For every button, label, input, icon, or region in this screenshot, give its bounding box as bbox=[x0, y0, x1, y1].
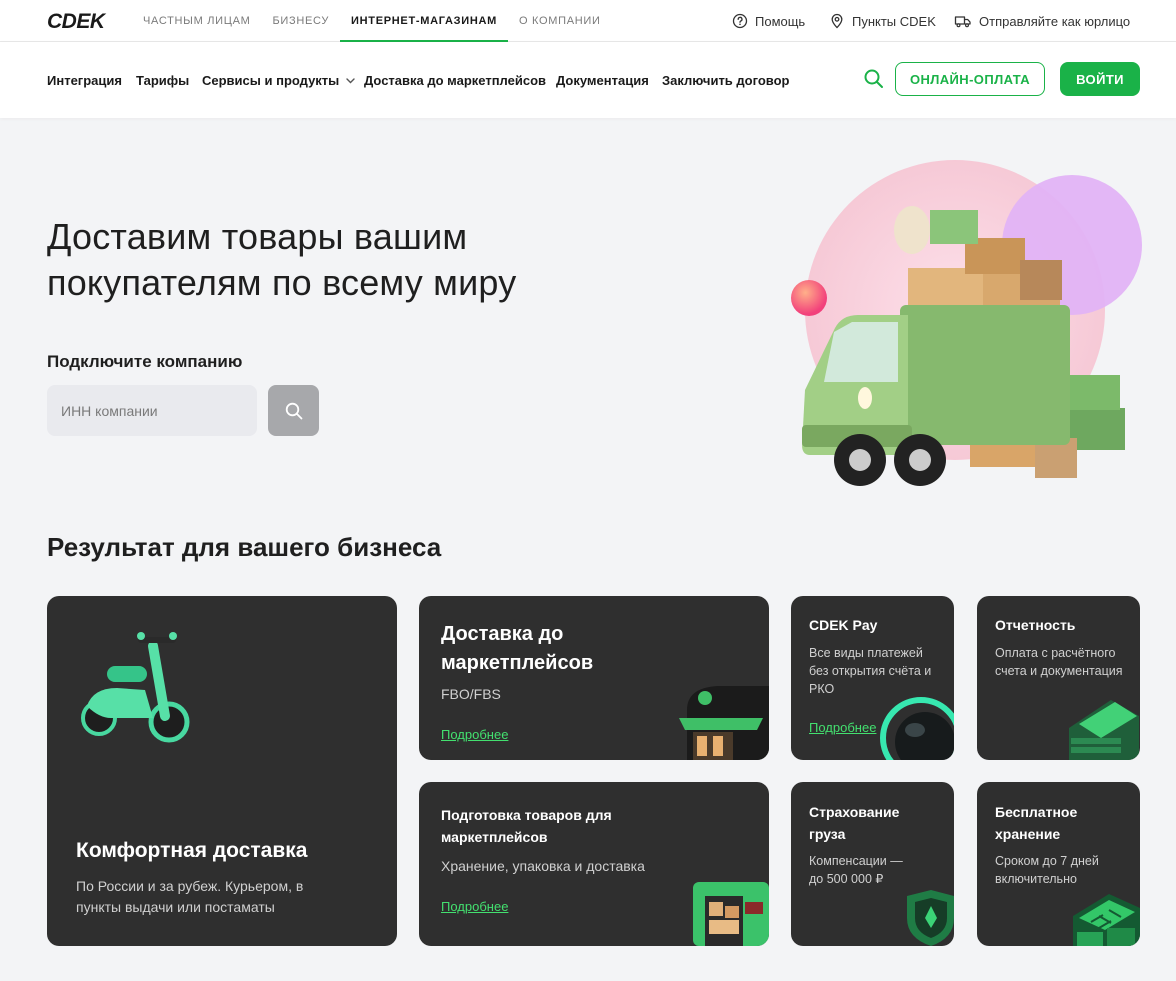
top-bar: CDEK Частным лицам Бизнесу Интернет-мага… bbox=[0, 0, 1176, 42]
card-comfortable-delivery-title: Комфортная доставка bbox=[76, 839, 308, 862]
card-marketplace-delivery[interactable]: Доставка до маркетплейсов FBO/FBS Подроб… bbox=[419, 596, 769, 760]
card-cdek-pay-text: Все виды платежей без открытия счёта и Р… bbox=[809, 646, 932, 696]
help-link[interactable]: Помощь bbox=[732, 0, 805, 42]
nav-marketplaces[interactable]: Доставка до маркетплейсов bbox=[364, 42, 546, 118]
card-reporting[interactable]: Отчетность Оплата с расчётного счета и д… bbox=[977, 596, 1140, 760]
svg-text:CDEK: CDEK bbox=[47, 10, 107, 32]
storage-cubes-icon bbox=[1073, 894, 1140, 946]
card-reporting-title: Отчетность bbox=[995, 617, 1076, 633]
nav-tariffs[interactable]: Тарифы bbox=[136, 42, 189, 118]
storage-box-icon bbox=[693, 882, 769, 946]
login-button[interactable]: ВОЙТИ bbox=[1060, 62, 1140, 96]
card-free-storage-title: Бесплатное хранение bbox=[995, 804, 1078, 842]
question-circle-icon bbox=[732, 13, 748, 29]
card-comfortable-delivery[interactable]: Комфортная доставка По России и за рубеж… bbox=[47, 596, 397, 946]
results-section-title: Результат для вашего бизнеса bbox=[47, 532, 442, 562]
delivery-truck-illustration bbox=[791, 160, 1142, 486]
nav-documentation[interactable]: Документация bbox=[556, 42, 649, 118]
cdek-logo[interactable]: CDEK bbox=[47, 10, 109, 32]
shield-icon bbox=[907, 890, 954, 946]
truck-icon bbox=[954, 16, 971, 28]
card-marketplace-delivery-link[interactable]: Подробнее bbox=[441, 727, 508, 742]
inn-search-button[interactable] bbox=[268, 385, 319, 436]
card-cdek-pay-title: CDEK Pay bbox=[809, 617, 878, 633]
segment-about[interactable]: О компании bbox=[508, 0, 612, 42]
card-free-storage-text: Сроком до 7 дней включительно bbox=[995, 854, 1099, 886]
online-payment-button[interactable]: ОНЛАЙН-ОПЛАТА bbox=[895, 62, 1045, 96]
nav-documentation-label: Документация bbox=[556, 72, 649, 88]
hero-title: Доставим товары вашим покупателям по все… bbox=[47, 216, 517, 303]
nav-contract-label: Заключить договор bbox=[662, 72, 790, 88]
chevron-down-icon bbox=[346, 77, 355, 83]
segment-private[interactable]: Частным лицам bbox=[132, 0, 262, 42]
card-marketplace-delivery-text: FBO/FBS bbox=[441, 686, 501, 702]
sphere-icon bbox=[880, 697, 954, 760]
inn-input[interactable] bbox=[47, 385, 257, 436]
legal-entity-label: Отправляйте как юрлицо bbox=[979, 13, 1131, 29]
card-cargo-insurance-text: Компенсации — до 500 000 ₽ bbox=[809, 854, 903, 886]
main-nav: Интеграция Тарифы Сервисы и продукты Дос… bbox=[0, 42, 1176, 118]
card-goods-preparation-link[interactable]: Подробнее bbox=[441, 899, 508, 914]
nav-contract[interactable]: Заключить договор bbox=[662, 42, 790, 118]
help-label: Помощь bbox=[755, 13, 806, 29]
segment-online-stores[interactable]: Интернет-магазинам bbox=[340, 0, 508, 42]
audience-segments: Частным лицам Бизнесу Интернет-магазинам… bbox=[132, 0, 612, 42]
card-cdek-pay[interactable]: CDEK Pay Все виды платежей без открытия … bbox=[791, 596, 954, 760]
card-cargo-insurance-title: Страхование груза bbox=[809, 804, 900, 842]
points-link[interactable]: Пункты CDEK bbox=[829, 0, 936, 42]
card-goods-preparation-title: Подготовка товаров для маркетплейсов bbox=[441, 807, 612, 845]
segment-business[interactable]: Бизнесу bbox=[262, 0, 341, 42]
card-comfortable-delivery-text: По России и за рубеж. Курьером, в пункты… bbox=[76, 878, 304, 915]
card-marketplace-delivery-title: Доставка до маркетплейсов bbox=[441, 623, 594, 674]
points-label: Пункты CDEK bbox=[852, 13, 936, 29]
scooter-icon bbox=[81, 632, 190, 743]
search-icon[interactable] bbox=[862, 67, 886, 91]
nav-tariffs-label: Тарифы bbox=[136, 72, 190, 88]
nav-integration-label: Интеграция bbox=[47, 72, 122, 88]
legal-entity-link[interactable]: Отправляйте как юрлицо bbox=[954, 0, 1130, 42]
storefront-icon bbox=[679, 686, 769, 760]
search-icon bbox=[285, 402, 302, 419]
card-cdek-pay-link[interactable]: Подробнее bbox=[809, 720, 876, 735]
nav-marketplaces-label: Доставка до маркетплейсов bbox=[364, 72, 547, 88]
card-free-storage[interactable]: Бесплатное хранение Сроком до 7 дней вкл… bbox=[977, 782, 1140, 946]
card-goods-preparation[interactable]: Подготовка товаров для маркетплейсов Хра… bbox=[419, 782, 769, 946]
nav-services[interactable]: Сервисы и продукты bbox=[202, 42, 356, 118]
map-pin-icon bbox=[831, 13, 843, 29]
nav-integration[interactable]: Интеграция bbox=[47, 42, 122, 118]
card-cargo-insurance[interactable]: Страхование груза Компенсации — до 500 0… bbox=[791, 782, 954, 946]
card-goods-preparation-text: Хранение, упаковка и доставка bbox=[441, 858, 645, 874]
document-tablet-icon bbox=[1069, 700, 1139, 760]
connect-company-label: Подключите компанию bbox=[47, 352, 243, 371]
card-reporting-text: Оплата с расчётного счета и документация bbox=[995, 646, 1123, 678]
nav-services-label: Сервисы и продукты bbox=[202, 72, 340, 88]
